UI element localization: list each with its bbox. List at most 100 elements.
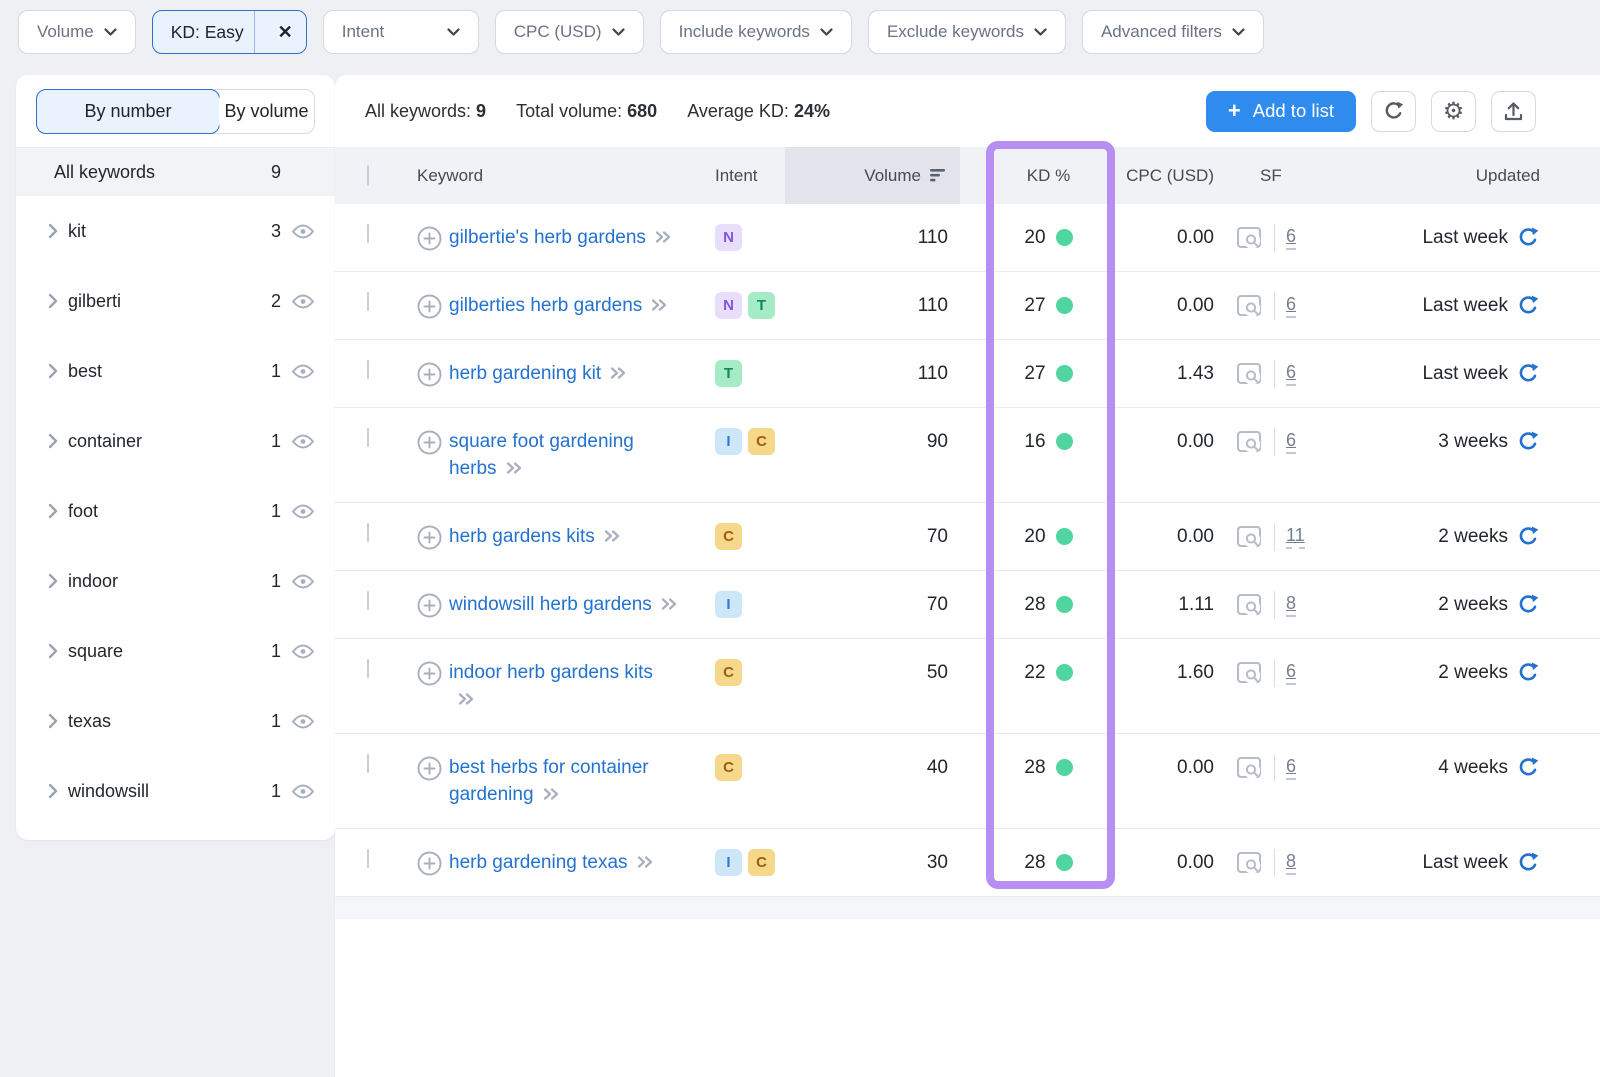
sidebar-keyword-group[interactable]: best 1	[16, 336, 335, 406]
serp-preview-icon[interactable]	[1236, 593, 1263, 618]
row-checkbox[interactable]	[367, 523, 369, 542]
keyword-link[interactable]: gilberties herb gardens	[449, 292, 667, 319]
refresh-button[interactable]	[1371, 91, 1416, 132]
double-chevron-icon[interactable]	[604, 529, 620, 543]
sf-count-link[interactable]: 8	[1286, 593, 1296, 617]
serp-preview-icon[interactable]	[1236, 756, 1263, 781]
select-all-checkbox[interactable]	[367, 165, 369, 186]
sf-count-link[interactable]: 11	[1286, 525, 1305, 549]
add-keyword-icon[interactable]	[417, 593, 442, 618]
sidebar-keyword-group[interactable]: kit 3	[16, 196, 335, 266]
filter-advanced[interactable]: Advanced filters	[1082, 10, 1264, 54]
double-chevron-icon[interactable]	[610, 366, 626, 380]
add-keyword-icon[interactable]	[417, 226, 442, 251]
double-chevron-icon[interactable]	[543, 787, 559, 801]
row-checkbox[interactable]	[367, 754, 369, 773]
sf-count-link[interactable]: 8	[1286, 851, 1296, 875]
header-volume[interactable]: Volume	[785, 147, 960, 204]
refresh-metrics-icon[interactable]	[1517, 430, 1540, 453]
group-count: 1	[255, 501, 281, 522]
keyword-link[interactable]: best herbs for container gardening	[449, 754, 677, 808]
refresh-metrics-icon[interactable]	[1517, 851, 1540, 874]
eye-icon[interactable]	[291, 504, 315, 519]
keyword-link[interactable]: square foot gardening herbs	[449, 428, 677, 482]
row-checkbox[interactable]	[367, 428, 369, 447]
eye-icon[interactable]	[291, 574, 315, 589]
keyword-link[interactable]: herb gardens kits	[449, 523, 620, 550]
add-to-list-button[interactable]: + Add to list	[1206, 91, 1356, 132]
add-keyword-icon[interactable]	[417, 851, 442, 876]
refresh-metrics-icon[interactable]	[1517, 756, 1540, 779]
refresh-metrics-icon[interactable]	[1517, 226, 1540, 249]
filter-include-keywords[interactable]: Include keywords	[660, 10, 852, 54]
refresh-metrics-icon[interactable]	[1517, 661, 1540, 684]
serp-preview-icon[interactable]	[1236, 362, 1263, 387]
filter-kd-active[interactable]: KD: Easy ✕	[152, 10, 307, 54]
add-keyword-icon[interactable]	[417, 525, 442, 550]
refresh-metrics-icon[interactable]	[1517, 593, 1540, 616]
row-checkbox[interactable]	[367, 360, 369, 379]
row-checkbox[interactable]	[367, 591, 369, 610]
all-keywords-row[interactable]: All keywords 9	[16, 148, 335, 196]
double-chevron-icon[interactable]	[506, 461, 522, 475]
add-keyword-icon[interactable]	[417, 756, 442, 781]
serp-preview-icon[interactable]	[1236, 226, 1263, 251]
double-chevron-icon[interactable]	[458, 692, 474, 706]
tab-by-number[interactable]: By number	[36, 89, 220, 134]
double-chevron-icon[interactable]	[651, 298, 667, 312]
sf-count-link[interactable]: 6	[1286, 362, 1296, 386]
keyword-link[interactable]: herb gardening texas	[449, 849, 653, 876]
sidebar-keyword-group[interactable]: indoor 1	[16, 546, 335, 616]
settings-button[interactable]: ⚙	[1431, 91, 1476, 132]
sf-count-link[interactable]: 6	[1286, 430, 1296, 454]
keyword-link[interactable]: indoor herb gardens kits	[449, 659, 677, 713]
sidebar-keyword-group[interactable]: windowsill 1	[16, 756, 335, 826]
filter-cpc[interactable]: CPC (USD)	[495, 10, 644, 54]
sidebar-keyword-group[interactable]: container 1	[16, 406, 335, 476]
serp-preview-icon[interactable]	[1236, 294, 1263, 319]
filter-exclude-keywords[interactable]: Exclude keywords	[868, 10, 1066, 54]
add-keyword-icon[interactable]	[417, 294, 442, 319]
refresh-metrics-icon[interactable]	[1517, 525, 1540, 548]
sidebar-keyword-group[interactable]: square 1	[16, 616, 335, 686]
keyword-link[interactable]: herb gardening kit	[449, 360, 626, 387]
eye-icon[interactable]	[291, 434, 315, 449]
refresh-metrics-icon[interactable]	[1517, 294, 1540, 317]
sidebar-keyword-group[interactable]: texas 1	[16, 686, 335, 756]
sf-count-link[interactable]: 6	[1286, 226, 1296, 250]
eye-icon[interactable]	[291, 714, 315, 729]
sf-count-link[interactable]: 6	[1286, 661, 1296, 685]
double-chevron-icon[interactable]	[661, 597, 677, 611]
sidebar-keyword-group[interactable]: gilberti 2	[16, 266, 335, 336]
eye-icon[interactable]	[291, 784, 315, 799]
refresh-metrics-icon[interactable]	[1517, 362, 1540, 385]
serp-preview-icon[interactable]	[1236, 525, 1263, 550]
serp-preview-icon[interactable]	[1236, 661, 1263, 686]
keyword-link[interactable]: gilbertie's herb gardens	[449, 224, 671, 251]
sidebar-keyword-group[interactable]: foot 1	[16, 476, 335, 546]
add-keyword-icon[interactable]	[417, 661, 442, 686]
add-keyword-icon[interactable]	[417, 430, 442, 455]
serp-preview-icon[interactable]	[1236, 430, 1263, 455]
eye-icon[interactable]	[291, 224, 315, 239]
eye-icon[interactable]	[291, 294, 315, 309]
eye-icon[interactable]	[291, 644, 315, 659]
header-updated: Updated	[1320, 166, 1540, 186]
eye-icon[interactable]	[291, 364, 315, 379]
filter-intent[interactable]: Intent	[323, 10, 479, 54]
keyword-link[interactable]: windowsill herb gardens	[449, 591, 677, 618]
serp-preview-icon[interactable]	[1236, 851, 1263, 876]
export-button[interactable]	[1491, 91, 1536, 132]
double-chevron-icon[interactable]	[637, 855, 653, 869]
double-chevron-icon[interactable]	[655, 230, 671, 244]
row-checkbox[interactable]	[367, 224, 369, 243]
close-icon[interactable]: ✕	[265, 22, 306, 43]
sf-count-link[interactable]: 6	[1286, 294, 1296, 318]
row-checkbox[interactable]	[367, 659, 369, 678]
sf-count-link[interactable]: 6	[1286, 756, 1296, 780]
filter-volume[interactable]: Volume	[18, 10, 136, 54]
add-keyword-icon[interactable]	[417, 362, 442, 387]
tab-by-volume[interactable]: By volume	[219, 90, 314, 133]
row-checkbox[interactable]	[367, 292, 369, 311]
row-checkbox[interactable]	[367, 849, 369, 868]
